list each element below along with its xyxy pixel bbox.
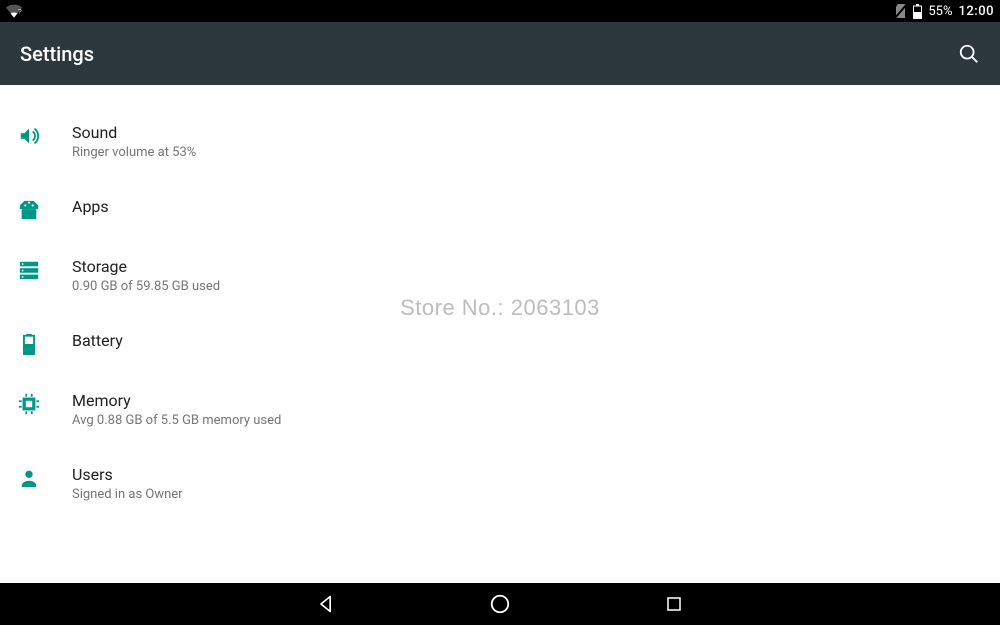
item-subtitle: 0.90 GB of 59.85 GB used (72, 279, 220, 295)
settings-item-apps[interactable]: Apps (0, 179, 1000, 239)
item-title: Apps (72, 197, 109, 217)
home-icon (489, 593, 511, 615)
settings-item-users[interactable]: Users Signed in as Owner (0, 447, 1000, 521)
recent-apps-icon (665, 595, 683, 613)
settings-item-battery[interactable]: Battery (0, 313, 1000, 373)
item-title: Memory (72, 391, 281, 411)
nav-home-button[interactable] (488, 592, 512, 616)
settings-item-storage[interactable]: Storage 0.90 GB of 59.85 GB used (0, 239, 1000, 313)
item-title: Battery (72, 331, 123, 351)
svg-text:?: ? (18, 9, 22, 16)
users-icon (18, 467, 40, 489)
item-title: Storage (72, 257, 220, 277)
no-sim-icon (895, 4, 907, 18)
nav-recent-button[interactable] (662, 592, 686, 616)
item-title: Users (72, 465, 183, 485)
status-bar: ? 55% 12:00 (0, 0, 1000, 22)
settings-item-memory[interactable]: Memory Avg 0.88 GB of 5.5 GB memory used (0, 373, 1000, 447)
settings-list: Sound Ringer volume at 53% Apps (0, 85, 1000, 521)
status-clock: 12:00 (959, 4, 994, 19)
item-title: Sound (72, 123, 196, 143)
memory-icon (18, 393, 40, 415)
storage-icon (18, 259, 40, 281)
navigation-bar (0, 583, 1000, 625)
item-subtitle: Ringer volume at 53% (72, 145, 196, 161)
sound-icon (18, 125, 40, 147)
battery-icon (18, 333, 40, 355)
battery-percent: 55% (928, 4, 952, 19)
settings-item-sound[interactable]: Sound Ringer volume at 53% (0, 105, 1000, 179)
screen: ? 55% 12:00 Settings (0, 0, 1000, 625)
page-title: Settings (20, 42, 94, 66)
item-subtitle: Avg 0.88 GB of 5.5 GB memory used (72, 413, 281, 429)
back-icon (316, 594, 336, 614)
item-subtitle: Signed in as Owner (72, 487, 183, 503)
search-icon (958, 43, 980, 65)
apps-icon (18, 199, 40, 221)
search-button[interactable] (958, 43, 980, 65)
app-bar: Settings (0, 22, 1000, 85)
nav-back-button[interactable] (314, 592, 338, 616)
wifi-unknown-icon: ? (6, 4, 22, 18)
battery-icon (913, 4, 922, 19)
